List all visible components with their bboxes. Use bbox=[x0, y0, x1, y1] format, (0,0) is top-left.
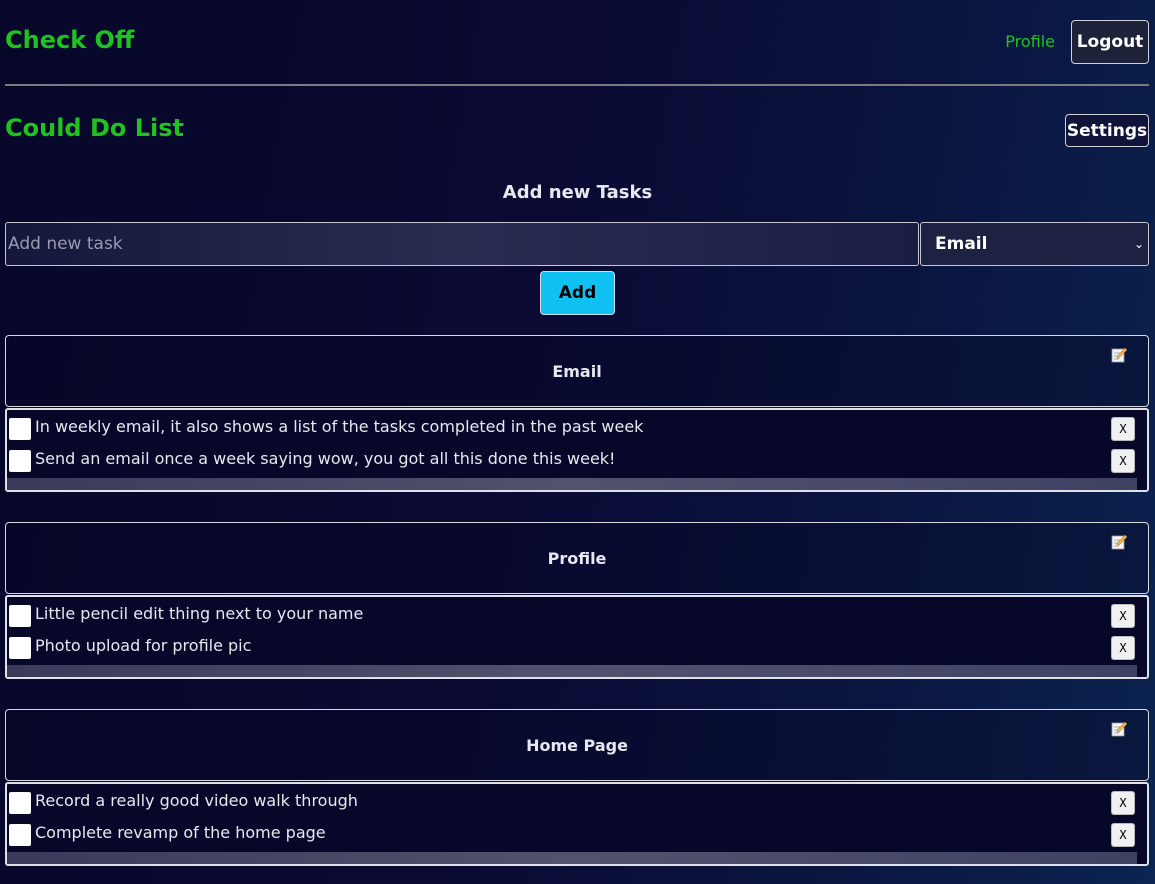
delete-task-button[interactable]: X bbox=[1111, 823, 1135, 847]
page-title: Could Do List bbox=[5, 114, 184, 142]
category-card-home-page: Home Page Record a really good video wal… bbox=[5, 709, 1149, 866]
top-nav: Check Off Profile Logout bbox=[5, 20, 1149, 64]
category-header: Email bbox=[5, 335, 1149, 407]
task-list: Little pencil edit thing next to your na… bbox=[5, 595, 1149, 679]
category-select-value: Email bbox=[935, 234, 988, 254]
category-card-profile: Profile Little pencil edit thing next to… bbox=[5, 522, 1149, 679]
delete-task-button[interactable]: X bbox=[1111, 636, 1135, 660]
edit-icon[interactable] bbox=[1111, 347, 1127, 363]
horizontal-scrollbar[interactable] bbox=[7, 478, 1137, 490]
logout-button[interactable]: Logout bbox=[1071, 20, 1149, 64]
category-select[interactable]: Email ⌄ bbox=[920, 222, 1149, 266]
horizontal-scrollbar[interactable] bbox=[7, 665, 1137, 677]
task-item: Record a really good video walk through … bbox=[9, 789, 1145, 815]
edit-icon[interactable] bbox=[1111, 721, 1127, 737]
category-header: Profile bbox=[5, 522, 1149, 594]
task-checkbox[interactable] bbox=[9, 824, 31, 846]
settings-button[interactable]: Settings bbox=[1065, 114, 1149, 147]
chevron-down-icon: ⌄ bbox=[1133, 237, 1144, 251]
add-task-button[interactable]: Add bbox=[540, 271, 615, 315]
task-text: Complete revamp of the home page bbox=[35, 823, 326, 842]
category-name: Home Page bbox=[526, 736, 628, 755]
add-tasks-heading: Add new Tasks bbox=[502, 182, 653, 203]
horizontal-scrollbar[interactable] bbox=[7, 852, 1137, 864]
task-checkbox[interactable] bbox=[9, 792, 31, 814]
task-list: In weekly email, it also shows a list of… bbox=[5, 408, 1149, 492]
task-item: Send an email once a week saying wow, yo… bbox=[9, 447, 1145, 473]
task-checkbox[interactable] bbox=[9, 450, 31, 472]
task-text: In weekly email, it also shows a list of… bbox=[35, 417, 644, 436]
app-brand[interactable]: Check Off bbox=[5, 26, 134, 54]
task-list: Record a really good video walk through … bbox=[5, 782, 1149, 866]
category-card-email: Email In weekly email, it also shows a l… bbox=[5, 335, 1149, 492]
delete-task-button[interactable]: X bbox=[1111, 449, 1135, 473]
task-text: Record a really good video walk through bbox=[35, 791, 358, 810]
edit-icon[interactable] bbox=[1111, 534, 1127, 550]
task-text: Little pencil edit thing next to your na… bbox=[35, 604, 364, 623]
task-item: Complete revamp of the home page X bbox=[9, 821, 1145, 847]
delete-task-button[interactable]: X bbox=[1111, 604, 1135, 628]
task-checkbox[interactable] bbox=[9, 605, 31, 627]
task-text: Send an email once a week saying wow, yo… bbox=[35, 449, 616, 468]
category-header: Home Page bbox=[5, 709, 1149, 781]
task-checkbox[interactable] bbox=[9, 637, 31, 659]
task-item: In weekly email, it also shows a list of… bbox=[9, 415, 1145, 441]
task-item: Little pencil edit thing next to your na… bbox=[9, 602, 1145, 628]
delete-task-button[interactable]: X bbox=[1111, 417, 1135, 441]
category-name: Email bbox=[552, 362, 602, 381]
category-name: Profile bbox=[547, 549, 607, 568]
new-task-input[interactable] bbox=[5, 222, 919, 266]
task-text: Photo upload for profile pic bbox=[35, 636, 252, 655]
task-checkbox[interactable] bbox=[9, 418, 31, 440]
task-item: Photo upload for profile pic X bbox=[9, 634, 1145, 660]
profile-link[interactable]: Profile bbox=[1005, 32, 1055, 51]
divider bbox=[5, 84, 1149, 86]
delete-task-button[interactable]: X bbox=[1111, 791, 1135, 815]
